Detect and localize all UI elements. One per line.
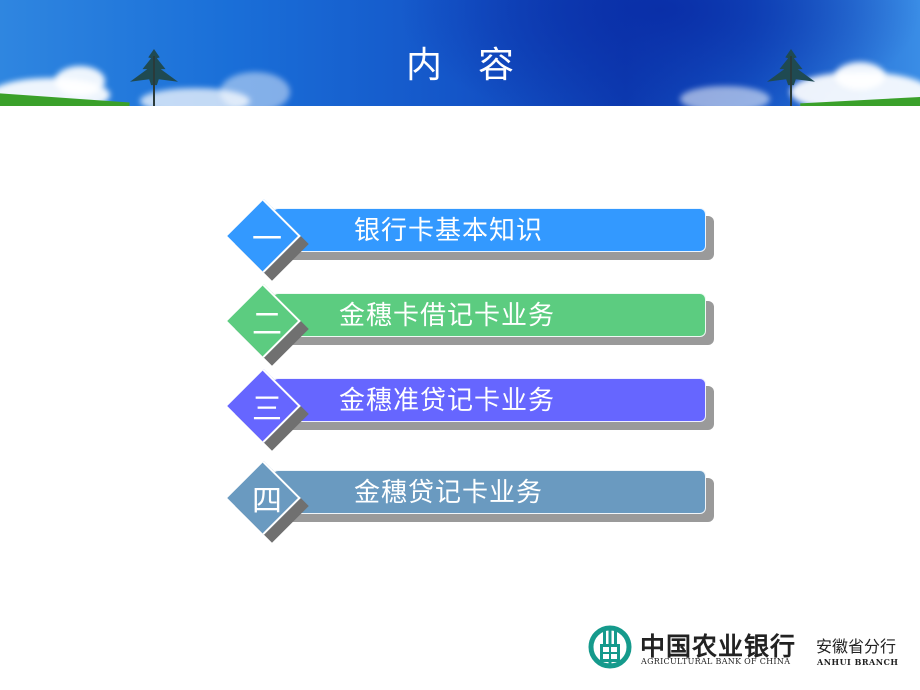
header-banner: 内容 bbox=[0, 0, 920, 106]
toc-label: 金穗卡借记卡业务 bbox=[339, 301, 556, 331]
numeral: 四 bbox=[252, 484, 282, 519]
numeral-badge: 三 bbox=[227, 369, 309, 451]
bank-logo: 中国农业银行 AGRICULTURAL BANK OF CHINA 安徽省分行 … bbox=[588, 623, 908, 673]
toc-item-3[interactable]: 金穗准贷记卡业务 三 bbox=[227, 369, 722, 451]
title-char: 容 bbox=[478, 45, 515, 86]
numeral: 一 bbox=[252, 222, 282, 257]
toc-item-1[interactable]: 银行卡基本知识 一 bbox=[227, 199, 722, 281]
toc-item-2[interactable]: 金穗卡借记卡业务 二 bbox=[227, 284, 722, 366]
bank-name-en: AGRICULTURAL BANK OF CHINA bbox=[641, 657, 791, 666]
numeral-badge: 一 bbox=[227, 199, 309, 281]
toc-item-4[interactable]: 金穗贷记卡业务 四 bbox=[227, 461, 722, 543]
numeral: 二 bbox=[252, 307, 282, 342]
numeral-badge: 四 bbox=[227, 461, 309, 543]
page-title: 内容 bbox=[0, 36, 920, 88]
toc-label: 金穗准贷记卡业务 bbox=[339, 386, 556, 416]
title-char: 内 bbox=[405, 45, 442, 86]
abc-logo-icon bbox=[588, 625, 632, 669]
branch-name-cn: 安徽省分行 bbox=[816, 637, 897, 656]
numeral: 三 bbox=[252, 392, 282, 427]
toc-label: 金穗贷记卡业务 bbox=[354, 478, 544, 508]
cloud bbox=[680, 86, 770, 106]
numeral-badge: 二 bbox=[227, 284, 309, 366]
branch-name-en: ANHUI BRANCH bbox=[817, 657, 899, 667]
toc-label: 银行卡基本知识 bbox=[354, 216, 544, 246]
